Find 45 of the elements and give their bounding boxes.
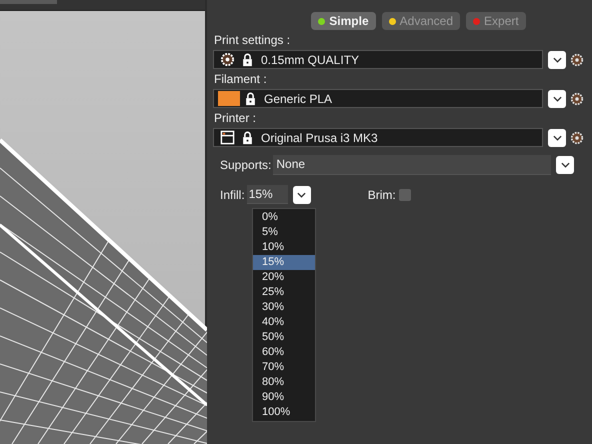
gear-icon — [220, 52, 235, 67]
infill-option[interactable]: 20% — [253, 270, 315, 285]
supports-label: Supports: — [220, 158, 272, 172]
infill-option[interactable]: 80% — [253, 375, 315, 390]
lock-icon — [242, 130, 253, 144]
infill-option[interactable]: 50% — [253, 330, 315, 345]
dropdown-button[interactable] — [548, 128, 566, 146]
brim-label: Brim: — [368, 188, 396, 202]
infill-option[interactable]: 10% — [253, 240, 315, 255]
infill-option[interactable]: 60% — [253, 345, 315, 360]
infill-option[interactable]: 0% — [253, 210, 315, 225]
infill-option[interactable]: 25% — [253, 285, 315, 300]
infill-option[interactable]: 5% — [253, 225, 315, 240]
preset-combo[interactable]: Generic PLA — [213, 89, 543, 108]
infill-option[interactable]: 40% — [253, 315, 315, 330]
infill-option[interactable]: 90% — [253, 390, 315, 405]
caret-icon — [560, 162, 570, 168]
lock-icon — [242, 52, 253, 66]
dropdown-button[interactable] — [548, 50, 566, 68]
dropdown-button[interactable] — [556, 156, 574, 174]
caret-icon — [552, 96, 562, 102]
settings-icon[interactable] — [570, 92, 584, 106]
caret-icon — [552, 56, 562, 62]
infill-option[interactable]: 100% — [253, 405, 315, 420]
caret-icon — [552, 134, 562, 140]
preset-label: Print settings : — [214, 33, 292, 47]
caret-icon — [297, 192, 306, 198]
dropdown-button[interactable] — [548, 90, 566, 108]
brim-checkbox[interactable] — [398, 188, 411, 200]
preset-combo[interactable]: 0.15mm QUALITY — [213, 50, 543, 69]
infill-option[interactable]: 30% — [253, 300, 315, 315]
supports-combo[interactable]: None — [273, 155, 552, 175]
lock-icon — [245, 92, 256, 106]
infill-label: Infill: — [220, 188, 245, 202]
mode-tab[interactable]: Simple — [311, 12, 376, 30]
infill-option[interactable]: 15% — [253, 255, 315, 270]
infill-combo[interactable]: 15% — [246, 185, 288, 204]
settings-icon[interactable] — [570, 130, 584, 144]
preset-label: Filament : — [214, 72, 268, 86]
preset-combo[interactable]: Original Prusa i3 MK3 — [213, 128, 543, 147]
settings-icon[interactable] — [570, 52, 584, 66]
preset-label: Printer : — [214, 111, 258, 125]
infill-option[interactable]: 70% — [253, 360, 315, 375]
printer-icon — [220, 130, 235, 145]
dropdown-button[interactable] — [292, 186, 311, 204]
